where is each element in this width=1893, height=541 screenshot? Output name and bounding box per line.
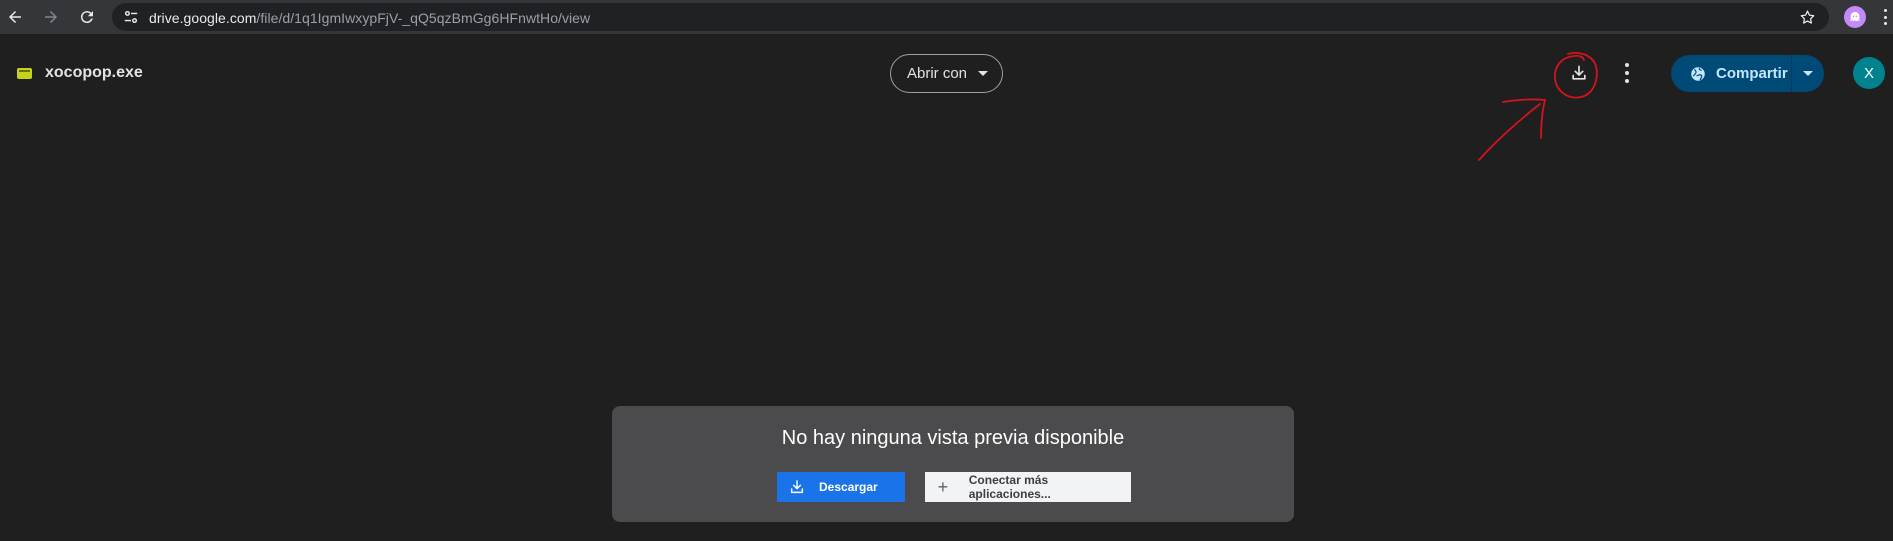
download-button[interactable]: Descargar	[777, 472, 905, 502]
open-with-label: Abrir con	[907, 65, 968, 82]
no-preview-message: No hay ninguna vista previa disponible	[781, 427, 1125, 449]
file-name: xocopop.exe	[45, 64, 143, 81]
share-options-button[interactable]	[1792, 71, 1824, 76]
site-info-icon[interactable]	[122, 8, 140, 26]
download-icon[interactable]	[1566, 60, 1592, 86]
plus-icon: +	[937, 477, 949, 497]
share-button[interactable]: Compartir	[1671, 55, 1824, 92]
connect-apps-button[interactable]: + Conectar más aplicaciones...	[925, 472, 1131, 502]
globe-icon	[1691, 66, 1705, 81]
caret-icon	[978, 71, 989, 76]
url-text[interactable]: drive.google.com/file/d/1q1IgmIwxypFjV-_…	[149, 10, 590, 26]
no-preview-panel: No hay ninguna vista previa disponible D…	[612, 406, 1294, 522]
avatar[interactable]: X	[1853, 57, 1885, 89]
share-main-button[interactable]: Compartir	[1671, 55, 1792, 92]
caret-icon	[1803, 71, 1813, 76]
download-label: Descargar	[819, 480, 878, 494]
profile-icon[interactable]	[1844, 6, 1866, 28]
forward-icon[interactable]	[39, 5, 63, 29]
file-type-icon	[17, 68, 32, 79]
url-path: /file/d/1q1IgmIwxypFjV-_qQ5qzBmGg6HFnwtH…	[256, 10, 591, 26]
connect-apps-label: Conectar más aplicaciones...	[968, 473, 1051, 501]
star-icon[interactable]	[1797, 7, 1817, 27]
browser-toolbar: drive.google.com/file/d/1q1IgmIwxypFjV-_…	[0, 0, 1893, 34]
open-with-button[interactable]: Abrir con	[890, 54, 1003, 93]
more-icon[interactable]	[1620, 60, 1634, 86]
share-label: Compartir	[1716, 65, 1788, 82]
url-host: drive.google.com	[149, 10, 257, 26]
download-icon	[790, 480, 804, 494]
reload-icon[interactable]	[75, 5, 99, 29]
address-bar[interactable]: drive.google.com/file/d/1q1IgmIwxypFjV-_…	[112, 3, 1829, 31]
menu-icon[interactable]	[1880, 6, 1890, 28]
back-icon[interactable]	[3, 5, 27, 29]
